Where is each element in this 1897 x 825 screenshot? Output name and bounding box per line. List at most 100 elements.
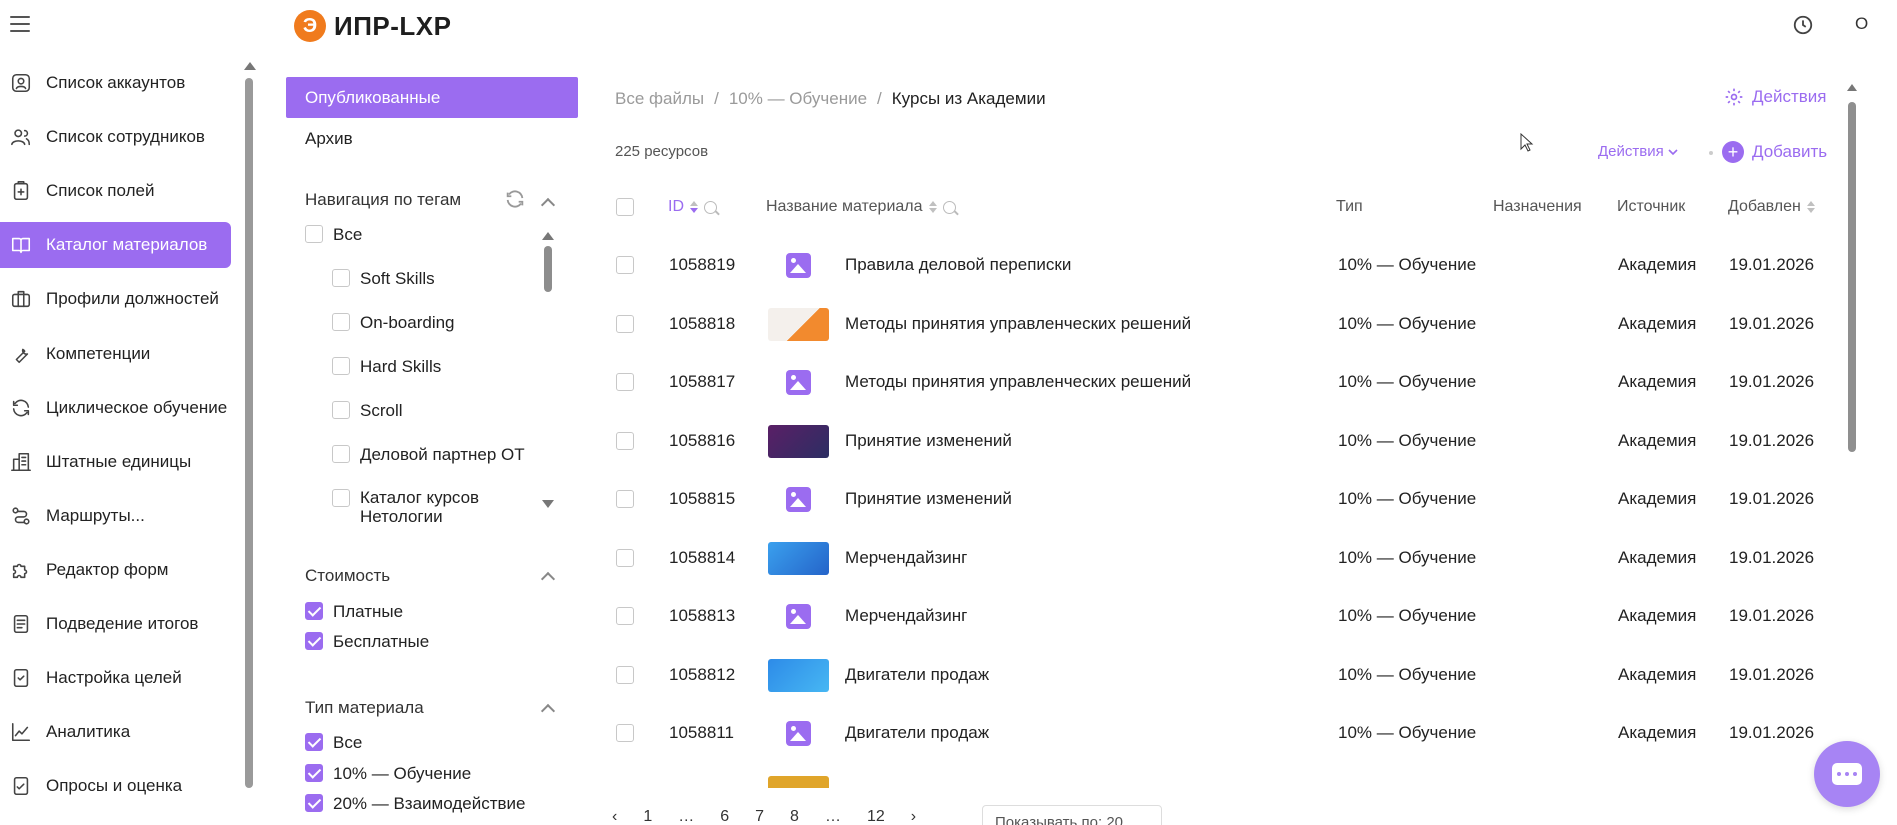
sidebar-item[interactable]: Маршруты... (0, 493, 232, 539)
row-title[interactable]: Двигатели продаж (845, 665, 989, 685)
sort-icon[interactable] (928, 201, 937, 213)
sidebar-item[interactable]: Опросы и оценка (0, 763, 232, 809)
filter-option[interactable]: Hard Skills (332, 357, 441, 377)
sidebar-item[interactable]: Циклическое обучение (0, 385, 232, 431)
pagination-item[interactable]: 12 (867, 808, 885, 825)
tags-scrollbar[interactable] (542, 232, 554, 512)
pagination-item[interactable]: ‹ (612, 808, 617, 825)
filter-checkbox[interactable] (332, 401, 350, 419)
filter-checkbox[interactable] (305, 733, 323, 751)
filter-option[interactable]: 10% — Обучение (305, 763, 471, 784)
sidebar-scrollbar[interactable] (244, 58, 256, 798)
row-title[interactable]: Методы принятия управленческих решений (845, 314, 1191, 334)
pagination-item[interactable]: 1 (643, 808, 652, 825)
table-row[interactable]: 1058816 Принятие изменений 10% — Обучени… (610, 412, 1820, 470)
refresh-icon[interactable] (504, 188, 526, 210)
filter-option[interactable]: Scroll (332, 401, 403, 421)
filter-option[interactable]: Soft Skills (332, 269, 435, 289)
column-added[interactable]: Добавлен (1728, 198, 1815, 216)
per-page-select[interactable]: Показывать по: 20 (982, 805, 1162, 825)
sort-icon[interactable] (690, 201, 698, 213)
column-name[interactable]: Название материала (766, 198, 956, 216)
filter-checkbox[interactable] (305, 794, 323, 812)
sort-icon[interactable] (1806, 201, 1815, 213)
tab-archive[interactable]: Архив (286, 118, 578, 159)
menu-icon[interactable] (10, 16, 30, 32)
history-icon[interactable] (1792, 14, 1814, 36)
filter-option[interactable]: 20% — Взаимодействие (305, 794, 525, 814)
column-id[interactable]: ID (668, 198, 717, 216)
table-row[interactable]: 1058815 Принятие изменений 10% — Обучени… (610, 470, 1820, 528)
table-row[interactable]: 1058818 Методы принятия управленческих р… (610, 295, 1820, 353)
row-checkbox[interactable] (616, 607, 634, 625)
filter-checkbox[interactable] (305, 602, 323, 620)
chat-button[interactable] (1814, 741, 1880, 807)
search-icon[interactable] (704, 200, 717, 214)
filter-option[interactable]: Деловой партнер ОТ (332, 445, 525, 465)
row-title[interactable]: Методы принятия управленческих решений (845, 372, 1191, 392)
sidebar-item[interactable]: Список полей (0, 168, 232, 214)
sidebar-item[interactable]: Настройка целей (0, 655, 232, 701)
user-initial[interactable]: О (1855, 14, 1868, 34)
sidebar-item[interactable]: Аналитика (0, 709, 232, 755)
filter-option[interactable]: Бесплатные (305, 632, 429, 652)
select-all-checkbox[interactable] (616, 198, 634, 216)
pagination-item[interactable]: 7 (755, 808, 764, 825)
filter-checkbox[interactable] (305, 225, 323, 243)
row-title[interactable]: Двигатели продаж (845, 723, 989, 743)
filter-checkbox[interactable] (332, 445, 350, 463)
row-title[interactable]: Мерчендайзинг (845, 548, 967, 568)
filter-checkbox[interactable] (305, 763, 323, 782)
sidebar-item[interactable]: Каталог материалов (0, 222, 231, 269)
breadcrumb-item[interactable]: Все файлы (615, 89, 704, 109)
filter-checkbox[interactable] (305, 632, 323, 650)
row-title[interactable]: Мерчендайзинг (845, 606, 967, 626)
table-row[interactable]: 1058814 Мерчендайзинг 10% — Обучение Ака… (610, 529, 1820, 587)
filter-checkbox[interactable] (332, 313, 350, 331)
chevron-up-icon[interactable] (540, 197, 556, 213)
filter-checkbox[interactable] (332, 489, 350, 507)
filter-option[interactable]: Каталог курсов Нетологии (332, 488, 490, 526)
sidebar-item[interactable]: Подведение итогов (0, 601, 232, 647)
filter-checkbox[interactable] (332, 357, 350, 375)
row-checkbox[interactable] (616, 314, 634, 333)
sidebar-item[interactable]: Список сотрудников (0, 114, 232, 160)
row-title[interactable]: Правила деловой переписки (845, 255, 1071, 275)
table-row[interactable]: 1058819 Правила деловой переписки 10% — … (610, 236, 1820, 294)
filter-option[interactable]: Все (305, 225, 362, 245)
add-button[interactable]: + Добавить (1722, 141, 1827, 163)
app-logo[interactable]: Э ИПР-LXP (294, 10, 451, 42)
row-checkbox[interactable] (616, 256, 634, 274)
sidebar-item[interactable]: Список аккаунтов (0, 60, 232, 106)
row-title[interactable]: Принятие изменений (845, 489, 1012, 509)
tab-published[interactable]: Опубликованные (286, 77, 578, 118)
sidebar-item[interactable]: Компетенции (0, 331, 232, 377)
sidebar-item[interactable]: Профили должностей (0, 276, 232, 322)
actions-button[interactable]: Действия (1724, 87, 1826, 107)
chevron-up-icon[interactable] (540, 703, 556, 719)
table-row[interactable]: 1058812 Двигатели продаж 10% — Обучение … (610, 646, 1820, 704)
row-title[interactable]: Принятие изменений (845, 431, 1012, 451)
table-scrollbar[interactable] (1847, 84, 1857, 464)
chevron-up-icon[interactable] (540, 571, 556, 587)
table-row[interactable]: 1058811 Двигатели продаж 10% — Обучение … (610, 704, 1820, 762)
pagination-item[interactable]: 8 (790, 808, 799, 825)
search-icon[interactable] (942, 200, 956, 214)
sidebar-item[interactable]: Редактор форм (0, 547, 232, 593)
table-row[interactable]: 1058813 Мерчендайзинг 10% — Обучение Ака… (610, 587, 1820, 645)
row-checkbox[interactable] (616, 490, 634, 508)
filter-option[interactable]: Все (305, 733, 362, 753)
pagination-item[interactable]: › (911, 808, 916, 825)
row-checkbox[interactable] (616, 431, 634, 450)
filter-checkbox[interactable] (332, 269, 350, 287)
row-checkbox[interactable] (616, 548, 634, 567)
filter-option[interactable]: On-boarding (332, 313, 455, 333)
table-row[interactable]: 1058817 Методы принятия управленческих р… (610, 353, 1820, 411)
actions-dropdown[interactable]: Действия (1598, 143, 1678, 160)
filter-option[interactable]: Платные (305, 602, 403, 622)
row-checkbox[interactable] (616, 373, 634, 391)
sidebar-item[interactable]: Штатные единицы (0, 439, 232, 485)
row-checkbox[interactable] (616, 724, 634, 742)
breadcrumb-item[interactable]: 10% — Обучение (729, 89, 867, 109)
row-checkbox[interactable] (616, 665, 634, 684)
